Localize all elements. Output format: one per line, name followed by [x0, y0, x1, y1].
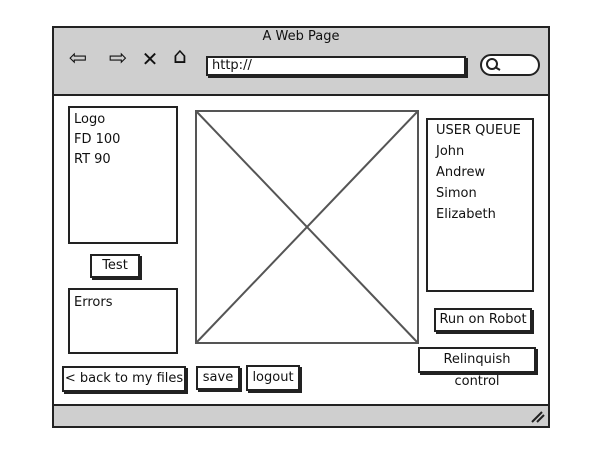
image-placeholder [195, 110, 419, 344]
resize-grip-icon[interactable] [530, 410, 546, 424]
save-button[interactable]: save [196, 366, 240, 390]
errors-label: Errors [74, 295, 113, 310]
user-queue-header: USER QUEUE [436, 123, 521, 138]
close-icon[interactable]: ✕ [140, 47, 160, 71]
user-queue-item[interactable]: John [436, 141, 532, 162]
program-line: FD 100 [74, 132, 121, 147]
back-to-my-files-button[interactable]: < back to my files [62, 366, 186, 392]
home-icon[interactable]: ⌂ [166, 45, 194, 69]
program-line: Logo [74, 112, 106, 127]
search-icon[interactable] [484, 57, 504, 73]
test-button[interactable]: Test [90, 254, 140, 278]
user-queue-item[interactable]: Simon [436, 183, 532, 204]
relinquish-control-button[interactable]: Relinquish control [418, 347, 536, 389]
address-bar-input[interactable]: http:// [206, 56, 466, 76]
logout-button[interactable]: logout [246, 365, 300, 391]
back-arrow-icon[interactable]: ⇦ [62, 47, 94, 71]
window-title: A Web Page [262, 29, 340, 44]
program-panel[interactable]: Logo FD 100 RT 90 [68, 106, 178, 244]
forward-arrow-icon[interactable]: ⇨ [102, 47, 134, 71]
program-line: RT 90 [74, 152, 111, 167]
status-bar [52, 404, 550, 428]
user-queue-item[interactable]: Andrew [436, 162, 532, 183]
errors-panel: Errors [68, 288, 178, 354]
run-on-robot-button[interactable]: Run on Robot [434, 308, 532, 332]
user-queue-item[interactable]: Elizabeth [436, 204, 532, 225]
user-queue-panel: USER QUEUE John Andrew Simon Elizabeth [426, 118, 534, 292]
